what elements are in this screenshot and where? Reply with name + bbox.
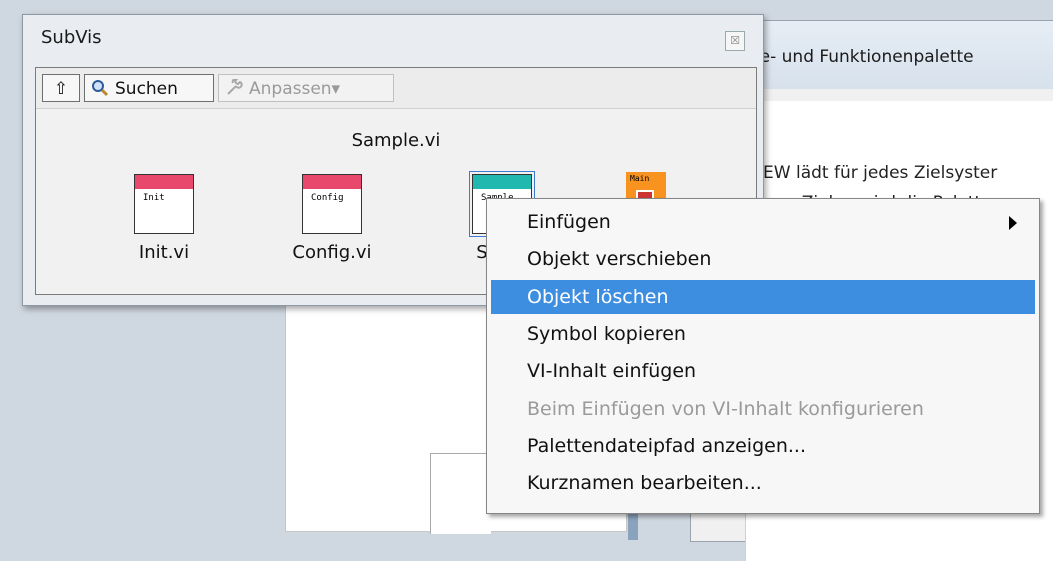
menu-item-move-object[interactable]: Objekt verschieben	[491, 242, 1035, 276]
palette-toolbar: ⇧ Suchen Anpassen▾	[36, 68, 756, 109]
help-text-line: IEW lädt für jedes Zielsyster	[758, 163, 998, 183]
vi-icon-tag: Init	[143, 193, 165, 203]
menu-item-edit-short-names[interactable]: Kurznamen bearbeiten...	[491, 466, 1035, 500]
menu-item-label: Objekt löschen	[527, 286, 669, 308]
vi-icon: Config	[302, 174, 362, 234]
search-label: Suchen	[115, 79, 178, 99]
menu-item-label: Beim Einfügen von VI-Inhalt konfiguriere…	[527, 398, 924, 420]
vi-icon-band	[473, 175, 531, 189]
group-label: Sample.vi	[351, 130, 441, 151]
menu-item-configure-vi-insert: Beim Einfügen von VI-Inhalt konfiguriere…	[491, 392, 1035, 426]
menu-item-insert[interactable]: Einfügen	[491, 205, 1035, 239]
search-icon	[92, 80, 109, 97]
background-inner-box	[430, 453, 491, 534]
vi-item-init[interactable]: Init Init.vi	[94, 160, 234, 270]
menu-item-label: Symbol kopieren	[527, 323, 686, 345]
up-button[interactable]: ⇧	[42, 74, 80, 102]
menu-item-label: Kurznamen bearbeiten...	[527, 472, 762, 494]
menu-item-label: Einfügen	[527, 211, 611, 233]
search-button[interactable]: Suchen	[84, 74, 214, 102]
arrow-up-icon: ⇧	[53, 79, 69, 99]
submenu-arrow-icon	[1009, 216, 1017, 230]
menu-item-show-palette-path[interactable]: Palettendateipfad anzeigen...	[491, 429, 1035, 463]
vi-icon-tag: Config	[311, 193, 344, 203]
context-menu: Einfügen Objekt verschieben Objekt lösch…	[486, 198, 1040, 514]
vi-icon-band	[303, 175, 361, 189]
menu-item-delete-object[interactable]: Objekt löschen	[491, 280, 1035, 314]
vi-label: Config.vi	[292, 242, 372, 263]
help-window-title: te- und Funktionenpalette	[753, 47, 974, 67]
palette-title: SubVis	[41, 27, 102, 48]
menu-item-copy-symbol[interactable]: Symbol kopieren	[491, 317, 1035, 351]
vi-label: Init.vi	[138, 242, 190, 263]
menu-item-label: VI-Inhalt einfügen	[527, 360, 697, 382]
vi-icon: Init	[134, 174, 194, 234]
vi-item-config[interactable]: Config Config.vi	[262, 160, 402, 270]
close-button[interactable]: ☒	[725, 31, 745, 51]
menu-item-label: Palettendateipfad anzeigen...	[527, 435, 806, 457]
menu-item-insert-vi-content[interactable]: VI-Inhalt einfügen	[491, 354, 1035, 388]
menu-item-label: Objekt verschieben	[527, 248, 712, 270]
vi-icon-tag: Main	[630, 174, 650, 183]
customize-button[interactable]: Anpassen▾	[218, 74, 394, 102]
wrench-icon	[227, 79, 243, 95]
customize-label: Anpassen▾	[249, 79, 341, 99]
vi-icon-band	[135, 175, 193, 189]
